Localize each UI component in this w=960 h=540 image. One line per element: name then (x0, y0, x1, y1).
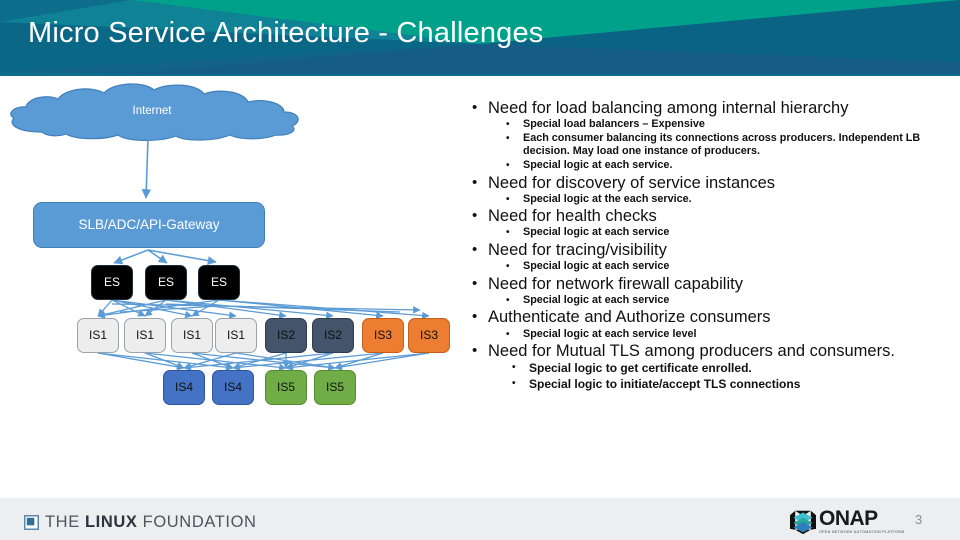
slide-number: 3 (915, 512, 923, 527)
bullet-marker: • (472, 99, 478, 116)
lf-strong: LINUX (84, 512, 138, 531)
internal-service-node-is1[interactable]: IS1 (215, 318, 257, 353)
bullet-marker: • (506, 119, 510, 131)
slide-header-banner: Micro Service Architecture - Challenges (0, 0, 960, 76)
internal-service-node-is2[interactable]: IS2 (265, 318, 307, 353)
sub-bullet-text: Special logic at each service (523, 293, 670, 306)
bullet-text: Need for Mutual TLS among producers and … (488, 342, 895, 361)
sub-bullet-text: Special logic at each service level (523, 327, 697, 340)
bullet-marker: • (472, 207, 478, 225)
bullet-item: • Need for discovery of service instance… (472, 174, 954, 193)
internal-service-node-is1[interactable]: IS1 (171, 318, 213, 353)
bullet-marker: • (506, 132, 510, 144)
page-title: Micro Service Architecture - Challenges (28, 17, 544, 49)
sub-bullet-item: • Special logic at each service level (506, 328, 954, 342)
architecture-diagram: Internet SLB/ADC/API-Gateway ES ES ES IS… (0, 78, 470, 423)
bullet-text: Need for load balancing among internal h… (488, 99, 849, 117)
sub-bullet-text: Special logic at each service (523, 226, 670, 239)
lf-suffix: FOUNDATION (137, 512, 257, 531)
bullet-item: • Need for load balancing among internal… (472, 99, 954, 118)
sub-bullet-item: • Special logic at each service. (506, 159, 954, 173)
internet-cloud-label: Internet (132, 105, 172, 117)
internal-service-node-is1[interactable]: IS1 (124, 318, 166, 353)
onap-cube-icon (790, 510, 816, 535)
challenges-bullet-list: • Need for load balancing among internal… (472, 98, 954, 392)
bullet-marker: • (472, 274, 478, 292)
internal-service-node-is5[interactable]: IS5 (265, 370, 307, 405)
lf-prefix: THE (45, 512, 85, 531)
onap-wordmark: ONAP (819, 507, 878, 530)
onap-tagline: OPEN NETWORK AUTOMATION PLATFORM (819, 530, 905, 534)
sub-bullet-item: • Special logic at the each service. (506, 193, 954, 207)
internal-service-node-is4[interactable]: IS4 (212, 370, 254, 405)
internal-service-node-is5[interactable]: IS5 (314, 370, 356, 405)
internal-service-node-is4[interactable]: IS4 (163, 370, 205, 405)
internal-service-node-is2[interactable]: IS2 (312, 318, 354, 353)
edge-service-node[interactable]: ES (145, 265, 187, 300)
slide: Micro Service Architecture - Challenges (0, 0, 960, 540)
bullet-marker: • (506, 294, 510, 306)
sub-bullet-item: • Special logic at each service (506, 226, 954, 240)
sub-bullet-text: Special logic at each service. (523, 158, 673, 171)
sub-bullet-text: Special logic to get certificate enrolle… (529, 361, 752, 376)
bullet-marker: • (506, 159, 510, 171)
bullet-item: • Need for network firewall capability (472, 275, 954, 294)
bullet-item: • Need for tracing/visibility (472, 241, 954, 260)
sub-bullet-text: Special logic to initiate/accept TLS con… (529, 376, 801, 391)
gateway-node[interactable]: SLB/ADC/API-Gateway (33, 202, 265, 248)
sub-bullet-item: • Special logic to initiate/accept TLS c… (512, 377, 954, 392)
sub-bullet-item: • Special load balancers – Expensive (506, 118, 954, 132)
bullet-marker: • (512, 362, 516, 374)
bullet-marker: • (472, 342, 478, 360)
sub-bullet-text: Special logic at the each service. (523, 192, 692, 205)
internal-service-node-is1[interactable]: IS1 (77, 318, 119, 353)
sub-bullet-item: • Special logic to get certificate enrol… (512, 361, 954, 376)
edge-service-node[interactable]: ES (91, 265, 133, 300)
bullet-text: Authenticate and Authorize consumers (488, 308, 771, 327)
linux-foundation-wordmark: THE LINUX FOUNDATION (45, 513, 257, 532)
onap-logo: ONAP OPEN NETWORK AUTOMATION PLATFORM (790, 508, 904, 535)
bullet-marker: • (472, 308, 478, 326)
bullet-marker: • (506, 328, 510, 340)
bullet-marker: • (472, 240, 478, 258)
bullet-item: • Authenticate and Authorize consumers (472, 308, 954, 327)
bullet-item: • Need for health checks (472, 207, 954, 226)
linux-foundation-bracket-icon (24, 514, 39, 530)
bullet-marker: • (506, 261, 510, 273)
internal-service-node-is3[interactable]: IS3 (362, 318, 404, 353)
linux-foundation-logo: THE LINUX FOUNDATION (24, 512, 257, 532)
bullet-text: Need for network firewall capability (488, 274, 743, 293)
bullet-marker: • (512, 377, 516, 389)
bullet-text: Need for discovery of service instances (488, 173, 776, 192)
bullet-marker: • (472, 173, 478, 191)
bullet-text: Need for health checks (488, 207, 657, 226)
edge-service-node[interactable]: ES (198, 265, 240, 300)
internal-service-node-is3[interactable]: IS3 (408, 318, 450, 353)
bullet-item: • Need for Mutual TLS among producers an… (472, 342, 954, 361)
sub-bullet-text: Each consumer balancing its connections … (523, 131, 921, 158)
sub-bullet-text: Special logic at each service (523, 260, 670, 273)
bullet-marker: • (506, 227, 510, 239)
sub-bullet-text: Special load balancers – Expensive (523, 118, 705, 131)
sub-bullet-item: • Each consumer balancing its connection… (506, 132, 954, 159)
onap-wordmark-group: ONAP OPEN NETWORK AUTOMATION PLATFORM (819, 508, 904, 534)
sub-bullet-item: • Special logic at each service (506, 294, 954, 308)
sub-bullet-item: • Special logic at each service (506, 260, 954, 274)
bullet-text: Need for tracing/visibility (488, 240, 667, 259)
bullet-marker: • (506, 193, 510, 205)
